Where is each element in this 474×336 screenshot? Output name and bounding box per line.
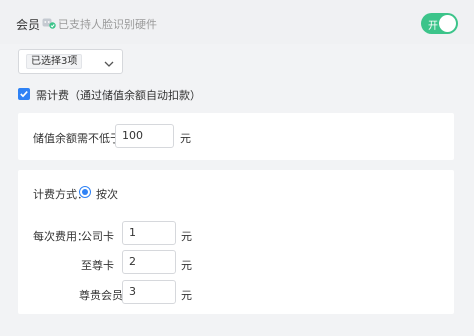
fee-input[interactable]: 3 xyxy=(122,280,176,304)
balance-input[interactable]: 100 xyxy=(115,124,174,148)
billing-checkbox[interactable] xyxy=(18,88,30,100)
face-recognition-hint: 已支持人脸识别硬件 xyxy=(58,18,157,31)
member-header: 会员 已支持人脸识别硬件 开 xyxy=(0,0,474,44)
radio-dot xyxy=(82,189,88,195)
per-use-radio[interactable] xyxy=(79,186,91,198)
check-icon xyxy=(20,91,28,98)
member-title: 会员 xyxy=(16,18,41,32)
fee-row-name: 公司卡 xyxy=(81,230,114,243)
per-use-label: 按次 xyxy=(96,188,118,201)
member-toggle[interactable]: 开 xyxy=(421,13,458,34)
member-type-select[interactable]: 已选择3项 xyxy=(18,49,123,74)
fee-unit: 元 xyxy=(181,259,192,272)
fee-row-name: 尊贵会员 xyxy=(79,289,123,302)
fee-input[interactable]: 2 xyxy=(122,250,176,274)
chevron-down-icon xyxy=(104,58,114,67)
face-recognition-icon xyxy=(42,18,56,29)
balance-unit: 元 xyxy=(180,132,191,145)
selected-count-tag: 已选择3项 xyxy=(26,54,83,69)
billing-label: 需计费（通过储值余额自动扣款） xyxy=(36,89,201,102)
toggle-knob xyxy=(439,15,456,32)
fee-row-name: 至尊卡 xyxy=(81,259,114,272)
toggle-label: 开 xyxy=(428,21,438,32)
fee-label: 每次费用： xyxy=(33,230,88,243)
fee-unit: 元 xyxy=(181,230,192,243)
fee-input[interactable]: 1 xyxy=(122,221,176,245)
fee-unit: 元 xyxy=(181,289,192,302)
